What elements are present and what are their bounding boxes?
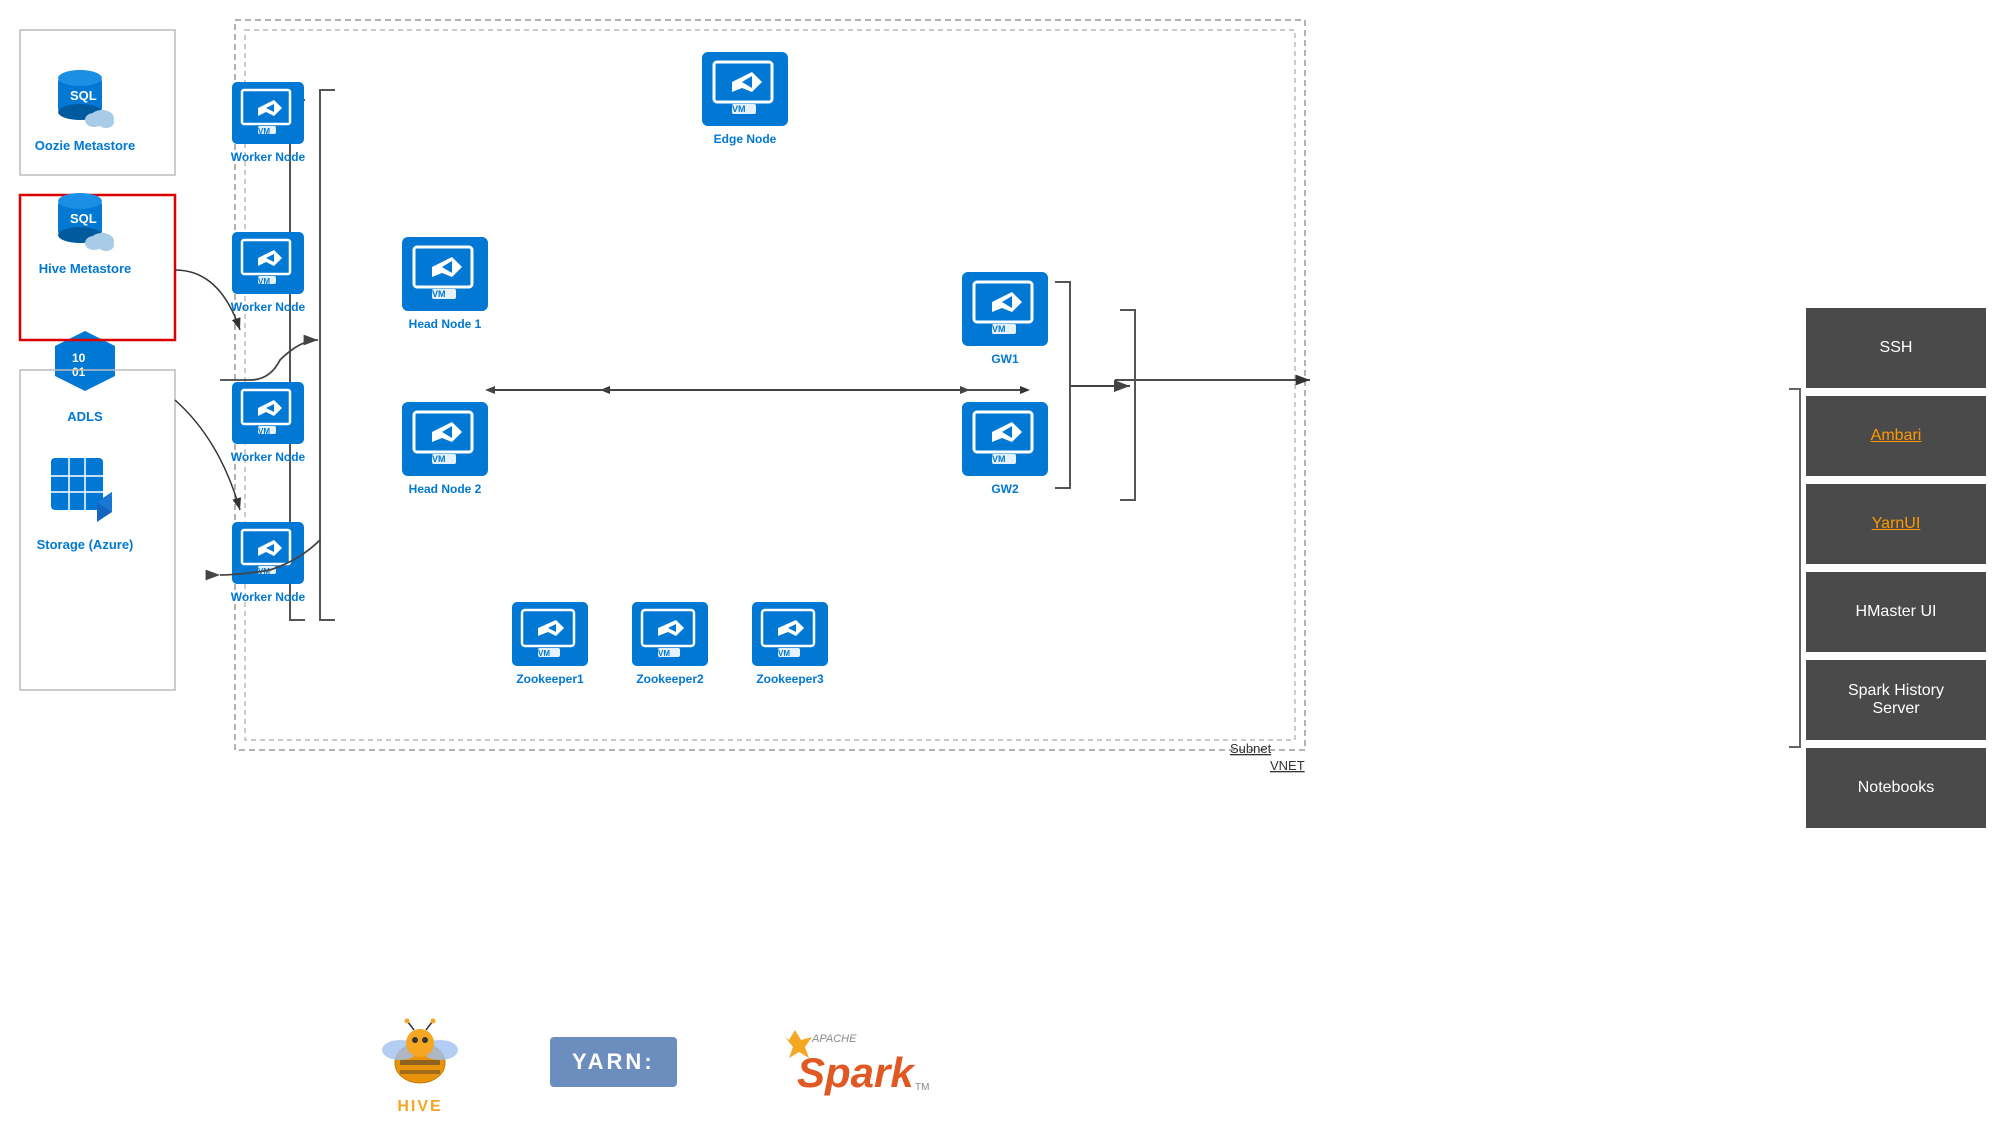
gw1-label: GW1 xyxy=(991,352,1018,366)
zookeeper-3: VM Zookeeper3 xyxy=(750,600,830,686)
bottom-logos: HIVE YARN: APACHE Spark TM xyxy=(370,1008,1796,1116)
oozie-metastore: SQL Oozie Metastore xyxy=(35,60,135,153)
svg-text:VM: VM xyxy=(992,454,1006,464)
main-container: VNET Subnet xyxy=(0,0,1996,1136)
oozie-icon: SQL xyxy=(50,60,120,130)
svg-text:VM: VM xyxy=(258,567,270,576)
worker-node-3-label: Worker Node xyxy=(231,450,305,464)
storage-label: Storage (Azure) xyxy=(37,537,134,552)
svg-text:VM: VM xyxy=(778,649,790,658)
center-diagram: VM Worker Node VM Worker Node xyxy=(170,0,1796,1136)
center-arrows xyxy=(170,0,1796,1136)
svg-text:Spark: Spark xyxy=(797,1049,916,1096)
head-node-2: VM Head Node 2 xyxy=(400,400,490,496)
svg-text:01: 01 xyxy=(72,365,86,379)
right-panel: SSH Ambari YarnUI HMaster UI Spark Histo… xyxy=(1796,0,1996,1136)
yarn-box: YARN: xyxy=(550,1037,677,1087)
head-node-1: VM Head Node 1 xyxy=(400,235,490,331)
ambari-label: Ambari xyxy=(1871,427,1922,445)
svg-text:SQL: SQL xyxy=(70,211,97,226)
worker-node-1-label: Worker Node xyxy=(231,150,305,164)
hmaster-label: HMaster UI xyxy=(1856,603,1937,621)
storage-icon xyxy=(47,454,123,529)
spark-logo: APACHE Spark TM xyxy=(757,1022,937,1102)
yarn-logo: YARN: xyxy=(550,1037,677,1087)
yarn-text: YARN: xyxy=(572,1049,655,1074)
svg-text:VM: VM xyxy=(658,649,670,658)
worker-node-2: VM Worker Node xyxy=(230,230,306,314)
svg-text:TM: TM xyxy=(915,1082,929,1093)
head-node-1-label: Head Node 1 xyxy=(409,317,482,331)
hive-label: Hive Metastore xyxy=(39,261,131,276)
svg-text:VM: VM xyxy=(732,104,746,114)
hive-icon: SQL xyxy=(50,183,120,253)
svg-text:VM: VM xyxy=(432,454,446,464)
worker-node-4: VM Worker Node xyxy=(230,520,306,604)
svg-text:VM: VM xyxy=(538,649,550,658)
svg-text:VM: VM xyxy=(258,427,270,436)
svg-text:SQL: SQL xyxy=(70,88,97,103)
svg-text:10: 10 xyxy=(72,351,86,365)
zk1-label: Zookeeper1 xyxy=(516,672,583,686)
hive-metastore: SQL Hive Metastore xyxy=(39,183,131,276)
left-panel: SQL Oozie Metastore SQL xyxy=(0,0,170,1136)
yarn-ui-label: YarnUI xyxy=(1872,515,1921,533)
yarn-ui-button[interactable]: YarnUI xyxy=(1806,484,1986,564)
gw1: VM GW1 xyxy=(960,270,1050,366)
ssh-label: SSH xyxy=(1880,339,1913,357)
spark-history-button[interactable]: Spark History Server xyxy=(1806,660,1986,740)
gw2: VM GW2 xyxy=(960,400,1050,496)
worker-node-2-label: Worker Node xyxy=(231,300,305,314)
svg-text:VM: VM xyxy=(432,289,446,299)
right-bracket xyxy=(1789,388,1801,748)
zk3-label: Zookeeper3 xyxy=(756,672,823,686)
hive-logo: HIVE xyxy=(370,1008,470,1116)
worker-node-1: VM Worker Node xyxy=(230,80,306,164)
gw2-label: GW2 xyxy=(991,482,1018,496)
zk2-label: Zookeeper2 xyxy=(636,672,703,686)
storage-azure: Storage (Azure) xyxy=(37,454,134,552)
svg-text:VM: VM xyxy=(258,127,270,136)
notebooks-button[interactable]: Notebooks xyxy=(1806,748,1986,828)
worker-node-3: VM Worker Node xyxy=(230,380,306,464)
svg-text:VM: VM xyxy=(992,324,1006,334)
head-node-2-label: Head Node 2 xyxy=(409,482,482,496)
spark-history-label: Spark History Server xyxy=(1848,682,1944,718)
edge-node: VM Edge Node xyxy=(700,50,790,146)
hmaster-button[interactable]: HMaster UI xyxy=(1806,572,1986,652)
edge-node-label: Edge Node xyxy=(714,132,777,146)
adls-label: ADLS xyxy=(67,409,102,424)
oozie-label: Oozie Metastore xyxy=(35,138,135,153)
adls-icon: 10 01 xyxy=(50,326,120,401)
notebooks-label: Notebooks xyxy=(1858,779,1935,797)
ambari-button[interactable]: Ambari xyxy=(1806,396,1986,476)
svg-text:VM: VM xyxy=(258,277,270,286)
zookeeper-1: VM Zookeeper1 xyxy=(510,600,590,686)
zookeeper-2: VM Zookeeper2 xyxy=(630,600,710,686)
hive-text: HIVE xyxy=(397,1098,442,1116)
ssh-button[interactable]: SSH xyxy=(1806,308,1986,388)
worker-node-4-label: Worker Node xyxy=(231,590,305,604)
adls: 10 01 ADLS xyxy=(50,326,120,424)
svg-text:APACHE: APACHE xyxy=(811,1033,857,1045)
